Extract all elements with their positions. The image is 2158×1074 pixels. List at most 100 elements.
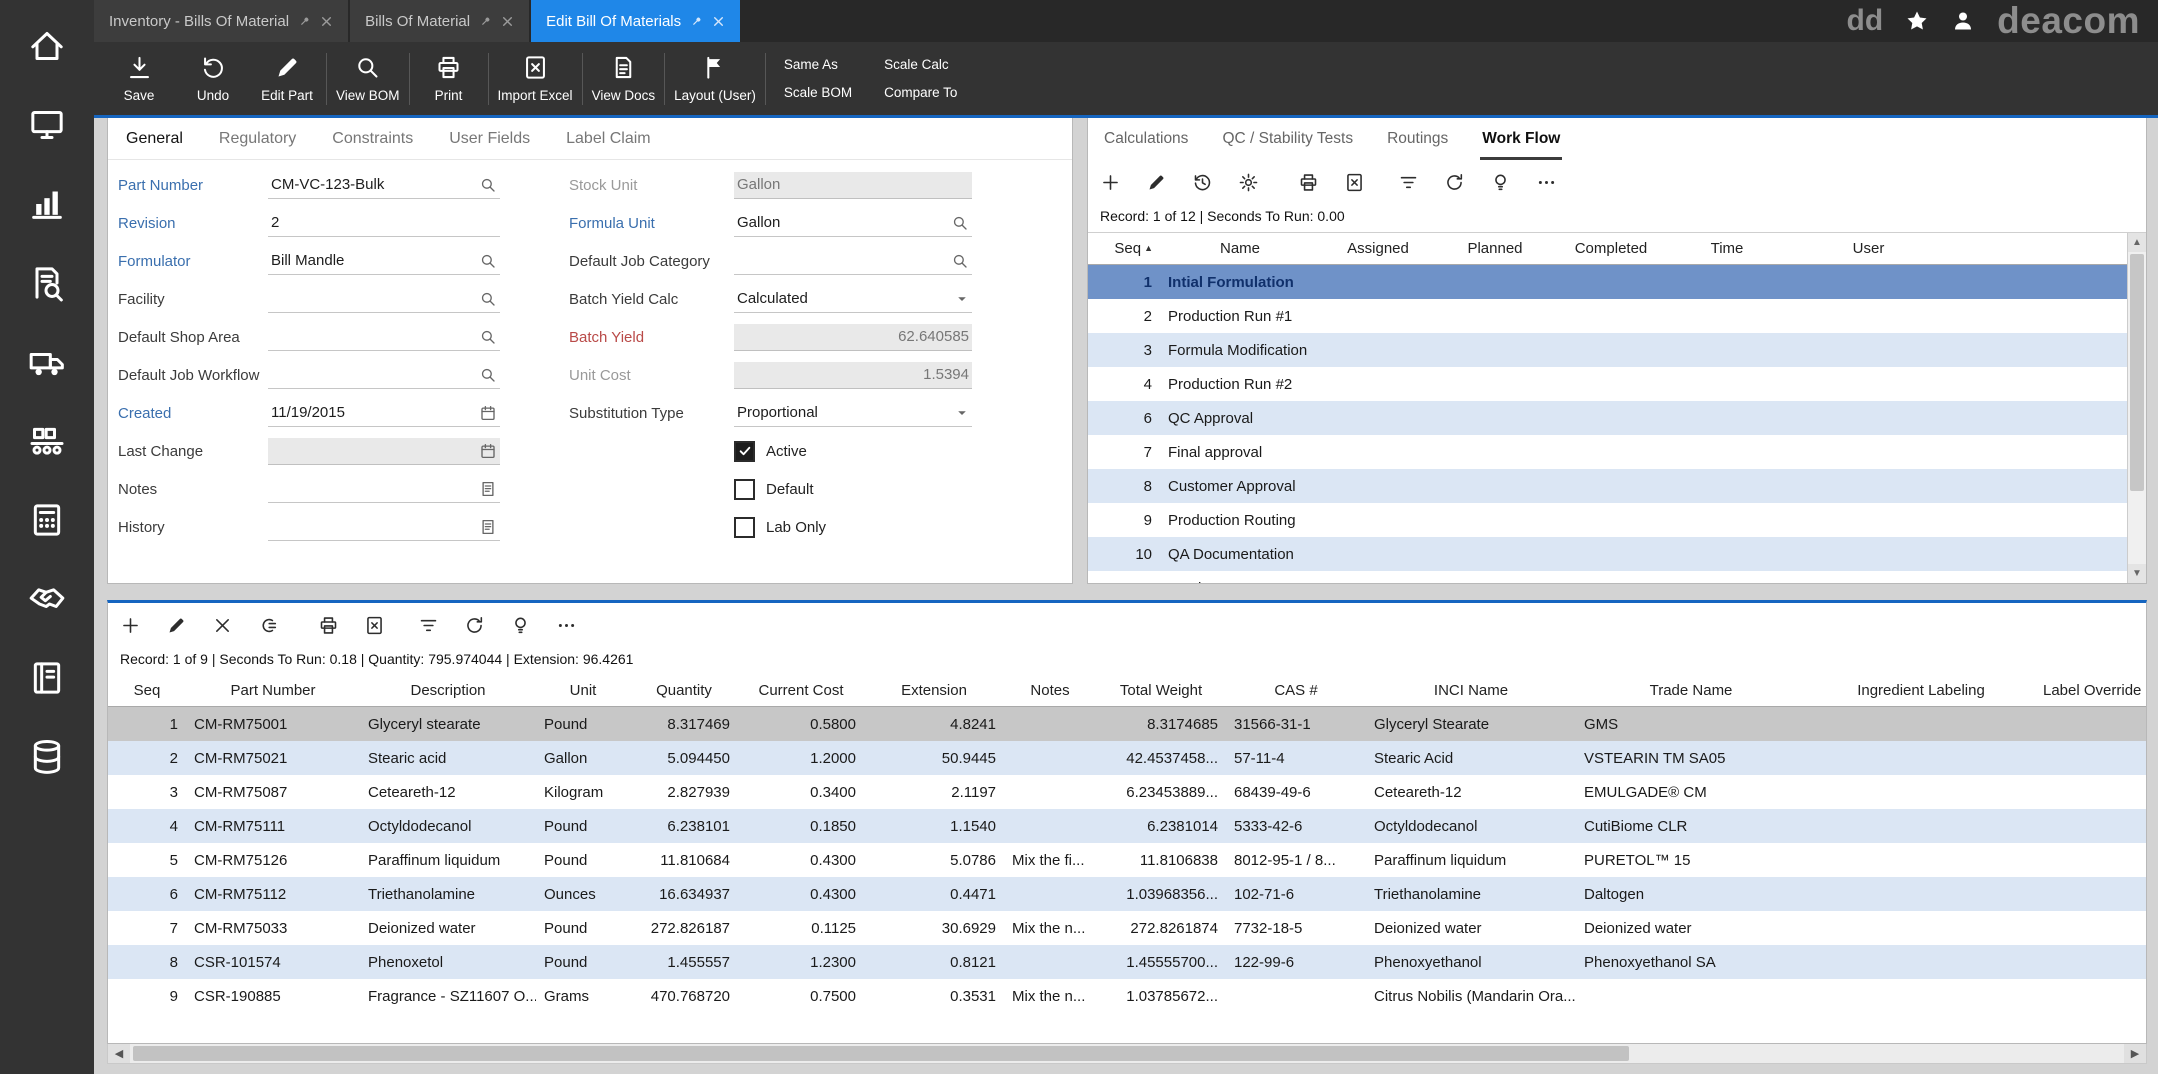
form-tab-constraints[interactable]: Constraints: [332, 130, 413, 148]
column-header-ingredient-labeling[interactable]: Ingredient Labeling: [1806, 682, 2036, 699]
field-input-default-shop-area[interactable]: [268, 324, 500, 351]
scroll-track[interactable]: [130, 1044, 2124, 1063]
bom-row[interactable]: 7CM-RM75033Deionized waterPound272.82618…: [108, 911, 2146, 945]
workflow-row[interactable]: 9Production Routing: [1088, 503, 2127, 537]
pin-icon[interactable]: [479, 15, 492, 28]
filter-icon[interactable]: [1398, 172, 1419, 193]
bom-row[interactable]: 3CM-RM75087Ceteareth-12Kilogram2.8279390…: [108, 775, 2146, 809]
toolbar-link-compare-to[interactable]: Compare To: [884, 85, 957, 100]
column-header-total-weight[interactable]: Total Weight: [1096, 682, 1226, 699]
bom-row[interactable]: 4CM-RM75111OctyldodecanolPound6.2381010.…: [108, 809, 2146, 843]
horizontal-scrollbar[interactable]: ◀ ▶: [107, 1044, 2147, 1064]
bom-row[interactable]: 9CSR-190885Fragrance - SZ11607 O...Grams…: [108, 979, 2146, 1013]
field-input-substitution-type[interactable]: Proportional: [734, 400, 972, 427]
sidebar-item-sales[interactable]: [0, 164, 94, 243]
column-header-unit[interactable]: Unit: [536, 682, 630, 699]
scroll-track[interactable]: [2128, 252, 2146, 564]
toolbar-button-import-excel[interactable]: Import Excel: [491, 42, 580, 115]
checkbox-default[interactable]: [734, 479, 755, 500]
close-icon[interactable]: [712, 15, 725, 28]
column-header-completed[interactable]: Completed: [1554, 240, 1668, 257]
column-header-assigned[interactable]: Assigned: [1320, 240, 1436, 257]
field-input-batch-yield-calc[interactable]: Calculated: [734, 286, 972, 313]
column-header-planned[interactable]: Planned: [1436, 240, 1554, 257]
workflow-row[interactable]: 4Production Run #2: [1088, 367, 2127, 401]
scroll-left-icon[interactable]: ◀: [108, 1044, 130, 1063]
panel-tab-qc-stability-tests[interactable]: QC / Stability Tests: [1220, 130, 1355, 160]
sidebar-item-data[interactable]: [0, 717, 94, 796]
column-header-label-override[interactable]: Label Override: [2036, 682, 2146, 699]
column-header-description[interactable]: Description: [360, 682, 536, 699]
workflow-row[interactable]: 2Production Run #1: [1088, 299, 2127, 333]
search-icon[interactable]: [479, 252, 497, 270]
toolbar-button-edit-part[interactable]: Edit Part: [250, 42, 324, 115]
toolbar-button-view-docs[interactable]: View Docs: [585, 42, 663, 115]
toolbar-button-undo[interactable]: Undo: [176, 42, 250, 115]
field-label[interactable]: Formulator: [118, 253, 268, 270]
note-icon[interactable]: [479, 480, 497, 498]
field-input-default-job-category[interactable]: [734, 248, 972, 275]
column-header-time[interactable]: Time: [1668, 240, 1786, 257]
caret-down-icon[interactable]: [955, 292, 969, 306]
search-icon[interactable]: [479, 328, 497, 346]
form-tab-user-fields[interactable]: User Fields: [449, 130, 530, 148]
column-header-cas[interactable]: CAS #: [1226, 682, 1366, 699]
bom-row[interactable]: 5CM-RM75126Paraffinum liquidumPound11.81…: [108, 843, 2146, 877]
copy-icon[interactable]: [258, 615, 279, 636]
field-label[interactable]: Formula Unit: [569, 215, 734, 232]
sidebar-item-home[interactable]: [0, 6, 94, 85]
window-tab-edit-bill-of-materials[interactable]: Edit Bill Of Materials: [531, 0, 740, 42]
delete-icon[interactable]: [212, 615, 233, 636]
printer-icon[interactable]: [318, 615, 339, 636]
workflow-row[interactable]: 11Batch 1: [1088, 571, 2127, 583]
workflow-row[interactable]: 10QA Documentation: [1088, 537, 2127, 571]
workflow-row[interactable]: 3Formula Modification: [1088, 333, 2127, 367]
pin-icon[interactable]: [298, 15, 311, 28]
bom-row[interactable]: 6CM-RM75112TriethanolamineOunces16.63493…: [108, 877, 2146, 911]
search-icon[interactable]: [479, 366, 497, 384]
more-icon[interactable]: [556, 615, 577, 636]
toolbar-button-save[interactable]: Save: [102, 42, 176, 115]
toolbar-button-layout-user[interactable]: Layout (User): [667, 42, 763, 115]
caret-down-icon[interactable]: [955, 406, 969, 420]
field-input-history[interactable]: [268, 514, 500, 541]
column-header-extension[interactable]: Extension: [864, 682, 1004, 699]
window-tab-inventory-bills-of-material[interactable]: Inventory - Bills Of Material: [94, 0, 348, 42]
sidebar-item-accounting[interactable]: [0, 480, 94, 559]
toolbar-button-print[interactable]: Print: [412, 42, 486, 115]
workflow-row[interactable]: 1Intial Formulation: [1088, 265, 2127, 299]
column-header-current-cost[interactable]: Current Cost: [738, 682, 864, 699]
search-icon[interactable]: [951, 214, 969, 232]
field-label[interactable]: Revision: [118, 215, 268, 232]
column-header-quantity[interactable]: Quantity: [630, 682, 738, 699]
calendar-icon[interactable]: [479, 404, 497, 422]
field-input-revision[interactable]: 2: [268, 210, 500, 237]
panel-tab-calculations[interactable]: Calculations: [1102, 130, 1190, 160]
scroll-down-icon[interactable]: ▼: [2128, 564, 2146, 583]
scroll-right-icon[interactable]: ▶: [2124, 1044, 2146, 1063]
add-icon[interactable]: [1100, 172, 1121, 193]
column-header-seq[interactable]: Seq: [108, 682, 186, 699]
bulb-icon[interactable]: [510, 615, 531, 636]
sidebar-item-shipping[interactable]: [0, 322, 94, 401]
pencil-icon[interactable]: [166, 615, 187, 636]
history-icon[interactable]: [1192, 172, 1213, 193]
window-tab-bills-of-material[interactable]: Bills Of Material: [350, 0, 529, 42]
field-label[interactable]: Created: [118, 405, 268, 422]
pencil-icon[interactable]: [1146, 172, 1167, 193]
gear-icon[interactable]: [1238, 172, 1259, 193]
field-input-part-number[interactable]: CM-VC-123-Bulk: [268, 172, 500, 199]
search-icon[interactable]: [479, 290, 497, 308]
bom-row[interactable]: 1CM-RM75001Glyceryl stearatePound8.31746…: [108, 707, 2146, 741]
column-header-notes[interactable]: Notes: [1004, 682, 1096, 699]
scroll-up-icon[interactable]: ▲: [2128, 233, 2146, 252]
close-icon[interactable]: [320, 15, 333, 28]
form-tab-general[interactable]: General: [126, 130, 183, 148]
workflow-vertical-scrollbar[interactable]: ▲ ▼: [2127, 233, 2146, 583]
add-icon[interactable]: [120, 615, 141, 636]
column-header-part-number[interactable]: Part Number: [186, 682, 360, 699]
field-input-formula-unit[interactable]: Gallon: [734, 210, 972, 237]
close-icon[interactable]: [501, 15, 514, 28]
sidebar-item-production[interactable]: [0, 401, 94, 480]
workflow-row[interactable]: 6QC Approval: [1088, 401, 2127, 435]
